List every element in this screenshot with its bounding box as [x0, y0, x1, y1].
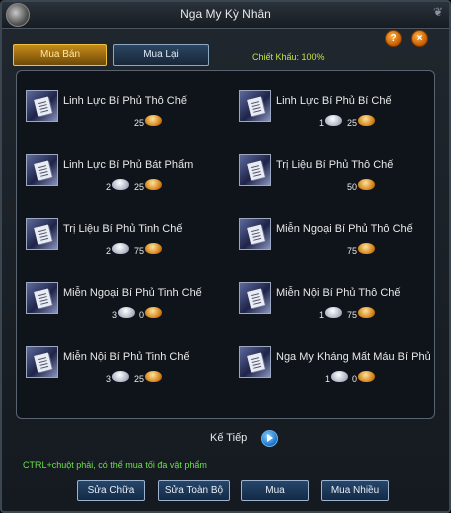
shop-item[interactable]: Linh Lực Bí Phủ Bát Phẩm 25 2: [26, 154, 216, 206]
gold-price: 75: [133, 246, 144, 256]
scroll-item-icon[interactable]: [239, 346, 271, 378]
item-grid: Linh Lực Bí Phủ Thô Chế 25 Linh Lực Bí Phủ…: [16, 70, 435, 419]
scroll-item-icon[interactable]: [26, 346, 58, 378]
scroll-item-icon[interactable]: [26, 154, 58, 186]
scroll-item-icon[interactable]: [26, 282, 58, 314]
item-name: Trị Liệu Bí Phủ Tinh Chế: [63, 223, 183, 235]
buy-button[interactable]: Mua: [241, 480, 309, 501]
gold-price: 25: [346, 118, 357, 128]
window-title: Nga My Kỳ Nhân: [180, 7, 271, 21]
silver-coin-icon: [112, 371, 129, 382]
item-name: Trị Liệu Bí Phủ Thô Chế: [276, 159, 394, 171]
gold-coin-icon: [358, 371, 375, 382]
gold-coin-icon: [358, 115, 375, 126]
gold-coin-icon: [145, 243, 162, 254]
scroll-item-icon[interactable]: [26, 218, 58, 250]
scroll-item-icon[interactable]: [239, 218, 271, 250]
gold-coin-icon: [145, 179, 162, 190]
repair-button[interactable]: Sửa Chữa: [77, 480, 145, 501]
silver-coin-icon: [112, 243, 129, 254]
gold-price: 50: [346, 182, 357, 192]
close-button[interactable]: ×: [411, 30, 428, 47]
gold-coin-icon: [145, 115, 162, 126]
gold-price: 25: [133, 182, 144, 192]
tab-buyback[interactable]: Mua Lại: [113, 44, 209, 66]
silver-coin-icon: [325, 307, 342, 318]
item-name: Linh Lực Bí Phủ Bát Phẩm: [63, 159, 194, 171]
next-page-button[interactable]: [261, 430, 278, 447]
silver-price: 2: [105, 246, 111, 256]
help-button[interactable]: ?: [385, 30, 402, 47]
gold-coin-icon: [358, 243, 375, 254]
shop-item[interactable]: Linh Lực Bí Phủ Thô Chế 25: [26, 90, 216, 142]
silver-price: 3: [111, 310, 117, 320]
gold-coin-icon: [145, 307, 162, 318]
gold-price: 0: [351, 374, 357, 384]
item-name: Miễn Ngoại Bí Phủ Thô Chế: [276, 223, 413, 235]
gold-coin-icon: [145, 371, 162, 382]
gold-price: 0: [138, 310, 144, 320]
item-name: Miễn Ngoại Bí Phủ Tinh Chế: [63, 287, 202, 299]
shop-item[interactable]: Trị Liệu Bí Phủ Tinh Chế 75 2: [26, 218, 216, 270]
shop-item[interactable]: Miễn Nội Bí Phủ Thô Chế 75 1: [239, 282, 429, 334]
item-name: Miễn Nội Bí Phủ Tinh Chế: [63, 351, 190, 363]
scroll-item-icon[interactable]: [239, 90, 271, 122]
item-name: Linh Lực Bí Phủ Thô Chế: [63, 95, 187, 107]
silver-coin-icon: [325, 115, 342, 126]
next-page-label: Kế Tiếp: [210, 432, 248, 444]
scroll-item-icon[interactable]: [26, 90, 58, 122]
gold-price: 75: [346, 246, 357, 256]
title-bar[interactable]: Nga My Kỳ Nhân ❦: [2, 2, 449, 29]
shop-item[interactable]: Miễn Nội Bí Phủ Tinh Chế 25 3: [26, 346, 216, 398]
scroll-item-icon[interactable]: [239, 154, 271, 186]
silver-coin-icon: [331, 371, 348, 382]
item-name: Miễn Nội Bí Phủ Thô Chế: [276, 287, 401, 299]
tab-sell[interactable]: Mua Bán: [13, 44, 107, 66]
title-ornament-icon: ❦: [432, 5, 443, 19]
silver-price: 1: [318, 310, 324, 320]
shop-item[interactable]: Trị Liệu Bí Phủ Thô Chế 50: [239, 154, 429, 206]
silver-coin-icon: [112, 179, 129, 190]
gold-price: 75: [346, 310, 357, 320]
shop-item[interactable]: Miễn Ngoại Bí Phủ Tinh Chế 0 3: [26, 282, 216, 334]
silver-price: 2: [105, 182, 111, 192]
item-name: Nga My Kháng Mất Máu Bí Phủ: [276, 351, 431, 363]
shop-item[interactable]: Miễn Ngoại Bí Phủ Thô Chế 75: [239, 218, 429, 270]
discount-label: Chiết Khấu: 100%: [252, 52, 325, 62]
scroll-item-icon[interactable]: [239, 282, 271, 314]
buy-many-button[interactable]: Mua Nhiều: [321, 480, 389, 501]
silver-price: 1: [324, 374, 330, 384]
gold-coin-icon: [358, 307, 375, 318]
silver-price: 3: [105, 374, 111, 384]
shop-window: Nga My Kỳ Nhân ❦ ? × Mua Bán Mua Lại Chi…: [0, 0, 451, 513]
gold-coin-icon: [358, 179, 375, 190]
shop-item[interactable]: Nga My Kháng Mất Máu Bí Phủ 0 1: [239, 346, 431, 398]
shop-item[interactable]: Linh Lực Bí Phủ Bí Chế 25 1: [239, 90, 429, 142]
silver-coin-icon: [118, 307, 135, 318]
item-name: Linh Lực Bí Phủ Bí Chế: [276, 95, 392, 107]
silver-price: 1: [318, 118, 324, 128]
repair-all-button[interactable]: Sửa Toàn Bộ: [158, 480, 230, 501]
gold-price: 25: [133, 118, 144, 128]
hint-text: CTRL+chuột phải, có thể mua tối đa vật p…: [23, 460, 207, 470]
gold-price: 25: [133, 374, 144, 384]
